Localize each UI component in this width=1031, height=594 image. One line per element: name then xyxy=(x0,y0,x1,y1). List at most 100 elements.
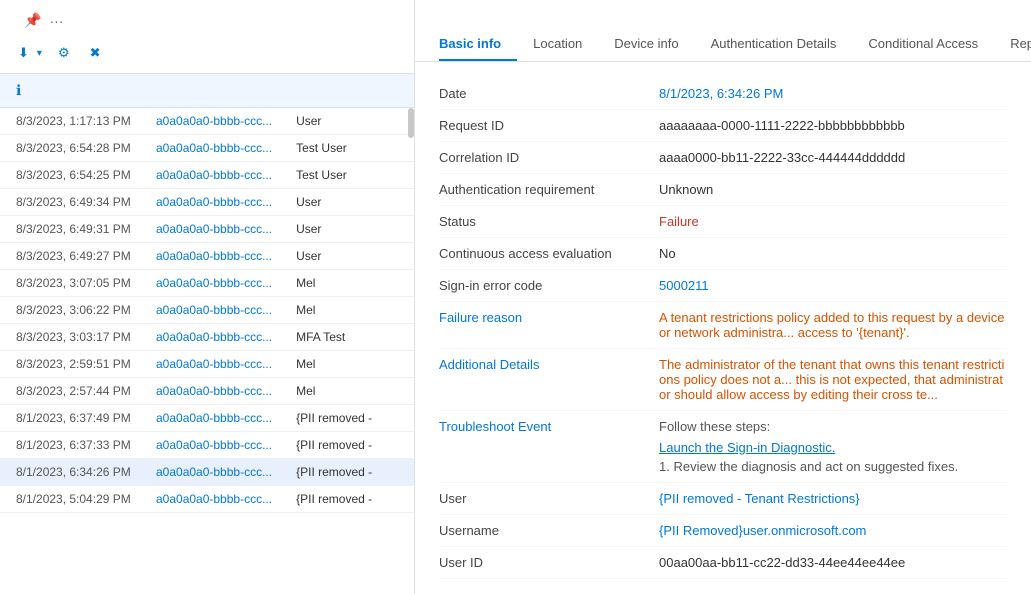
log-date: 8/1/2023, 6:34:26 PM xyxy=(0,459,140,486)
export-button[interactable]: ⚙ xyxy=(56,41,76,65)
detail-row: Authentication requirementUnknown xyxy=(439,174,1007,206)
download-button[interactable]: ⬇ ▾ xyxy=(16,41,44,65)
log-user: Mel xyxy=(280,297,414,324)
table-row[interactable]: 8/1/2023, 6:34:26 PM a0a0a0a0-bbbb-ccc..… xyxy=(0,459,414,486)
detail-label: Troubleshoot Event xyxy=(439,419,659,434)
detail-row: Username{PII Removed}user.onmicrosoft.co… xyxy=(439,515,1007,547)
tab-authentication-details[interactable]: Authentication Details xyxy=(695,28,853,61)
detail-row: Continuous access evaluationNo xyxy=(439,238,1007,270)
detail-label: Failure reason xyxy=(439,310,659,325)
scroll-thumb[interactable] xyxy=(408,108,414,138)
detail-value: The administrator of the tenant that own… xyxy=(659,357,1007,402)
detail-row: StatusFailure xyxy=(439,206,1007,238)
detail-title xyxy=(415,0,1031,28)
follow-steps-text: Follow these steps: xyxy=(659,419,1007,434)
detail-label: Status xyxy=(439,214,659,229)
log-user: User xyxy=(280,243,414,270)
log-user: Mel xyxy=(280,351,414,378)
log-user: {PII removed - xyxy=(280,405,414,432)
tab-report-only[interactable]: Report-only xyxy=(994,28,1031,61)
detail-row: Additional DetailsThe administrator of t… xyxy=(439,349,1007,411)
detail-value: Follow these steps: Launch the Sign-in D… xyxy=(659,419,1007,474)
log-id: a0a0a0a0-bbbb-ccc... xyxy=(140,270,280,297)
log-id: a0a0a0a0-bbbb-ccc... xyxy=(140,432,280,459)
detail-label: Username xyxy=(439,523,659,538)
detail-row: Sign-in error code5000211 xyxy=(439,270,1007,302)
log-date: 8/3/2023, 3:03:17 PM xyxy=(0,324,140,351)
log-date: 8/3/2023, 2:59:51 PM xyxy=(0,351,140,378)
detail-value: 5000211 xyxy=(659,278,1007,293)
table-row[interactable]: 8/3/2023, 3:03:17 PM a0a0a0a0-bbbb-ccc..… xyxy=(0,324,414,351)
log-id: a0a0a0a0-bbbb-ccc... xyxy=(140,135,280,162)
more-icon[interactable]: ··· xyxy=(49,13,63,29)
log-list: 8/3/2023, 1:17:13 PM a0a0a0a0-bbbb-ccc..… xyxy=(0,108,414,594)
table-row[interactable]: 8/3/2023, 2:57:44 PM a0a0a0a0-bbbb-ccc..… xyxy=(0,378,414,405)
detail-value: Failure xyxy=(659,214,1007,229)
log-id: a0a0a0a0-bbbb-ccc... xyxy=(140,405,280,432)
troubleshoot-button[interactable]: ✖ xyxy=(88,41,107,65)
detail-label: User xyxy=(439,491,659,506)
log-date: 8/1/2023, 6:37:33 PM xyxy=(0,432,140,459)
detail-value: 8/1/2023, 6:34:26 PM xyxy=(659,86,1007,101)
detail-label: Correlation ID xyxy=(439,150,659,165)
log-date: 8/3/2023, 6:49:34 PM xyxy=(0,189,140,216)
detail-value: Unknown xyxy=(659,182,1007,197)
table-row[interactable]: 8/1/2023, 5:04:29 PM a0a0a0a0-bbbb-ccc..… xyxy=(0,486,414,513)
log-id: a0a0a0a0-bbbb-ccc... xyxy=(140,162,280,189)
log-date: 8/1/2023, 5:04:29 PM xyxy=(0,486,140,513)
log-date: 8/3/2023, 6:54:25 PM xyxy=(0,162,140,189)
table-row[interactable]: 8/3/2023, 6:49:34 PM a0a0a0a0-bbbb-ccc..… xyxy=(0,189,414,216)
log-id: a0a0a0a0-bbbb-ccc... xyxy=(140,108,280,135)
table-row[interactable]: 8/3/2023, 6:54:28 PM a0a0a0a0-bbbb-ccc..… xyxy=(0,135,414,162)
log-user: Test User xyxy=(280,135,414,162)
table-row[interactable]: 8/3/2023, 6:49:31 PM a0a0a0a0-bbbb-ccc..… xyxy=(0,216,414,243)
table-row[interactable]: 8/3/2023, 6:49:27 PM a0a0a0a0-bbbb-ccc..… xyxy=(0,243,414,270)
detail-row: Request IDaaaaaaaa-0000-1111-2222-bbbbbb… xyxy=(439,110,1007,142)
log-id: a0a0a0a0-bbbb-ccc... xyxy=(140,216,280,243)
info-banner: ℹ xyxy=(0,74,414,108)
log-user: {PII removed - xyxy=(280,459,414,486)
detail-label: Additional Details xyxy=(439,357,659,372)
detail-value: aaaa0000-bb11-2222-33cc-444444dddddd xyxy=(659,150,1007,165)
detail-value: {PII Removed}user.onmicrosoft.com xyxy=(659,523,1007,538)
detail-label: Date xyxy=(439,86,659,101)
detail-value: 00aa00aa-bb11-cc22-dd33-44ee44ee44ee xyxy=(659,555,1007,570)
detail-row: Failure reasonA tenant restrictions poli… xyxy=(439,302,1007,349)
tab-device-info[interactable]: Device info xyxy=(598,28,694,61)
table-row[interactable]: 8/3/2023, 3:07:05 PM a0a0a0a0-bbbb-ccc..… xyxy=(0,270,414,297)
tab-conditional-access[interactable]: Conditional Access xyxy=(852,28,994,61)
log-table: 8/3/2023, 1:17:13 PM a0a0a0a0-bbbb-ccc..… xyxy=(0,108,414,513)
detail-row: User ID00aa00aa-bb11-cc22-dd33-44ee44ee4… xyxy=(439,547,1007,579)
left-panel: 📌 ··· ⬇ ▾ ⚙ ✖ ℹ 8/3/2023, 1:17:13 PM a0a… xyxy=(0,0,415,594)
log-id: a0a0a0a0-bbbb-ccc... xyxy=(140,297,280,324)
step-1: 1. Review the diagnosis and act on sugge… xyxy=(659,459,1007,474)
detail-label: Request ID xyxy=(439,118,659,133)
log-date: 8/3/2023, 6:49:31 PM xyxy=(0,216,140,243)
log-user: User xyxy=(280,216,414,243)
table-row[interactable]: 8/3/2023, 6:54:25 PM a0a0a0a0-bbbb-ccc..… xyxy=(0,162,414,189)
log-date: 8/3/2023, 3:07:05 PM xyxy=(0,270,140,297)
table-row[interactable]: 8/1/2023, 6:37:49 PM a0a0a0a0-bbbb-ccc..… xyxy=(0,405,414,432)
detail-label: User ID xyxy=(439,555,659,570)
log-date: 8/3/2023, 2:57:44 PM xyxy=(0,378,140,405)
table-row[interactable]: 8/3/2023, 1:17:13 PM a0a0a0a0-bbbb-ccc..… xyxy=(0,108,414,135)
toolbar: ⬇ ▾ ⚙ ✖ xyxy=(0,37,414,74)
detail-row: User{PII removed - Tenant Restrictions} xyxy=(439,483,1007,515)
pin-icon[interactable]: 📌 xyxy=(24,12,41,29)
launch-link[interactable]: Launch the Sign-in Diagnostic. xyxy=(659,440,1007,455)
table-row[interactable]: 8/3/2023, 3:06:22 PM a0a0a0a0-bbbb-ccc..… xyxy=(0,297,414,324)
table-row[interactable]: 8/3/2023, 2:59:51 PM a0a0a0a0-bbbb-ccc..… xyxy=(0,351,414,378)
tab-location[interactable]: Location xyxy=(517,28,598,61)
log-id: a0a0a0a0-bbbb-ccc... xyxy=(140,378,280,405)
tab-basic-info[interactable]: Basic info xyxy=(439,28,517,61)
log-id: a0a0a0a0-bbbb-ccc... xyxy=(140,351,280,378)
log-date: 8/3/2023, 3:06:22 PM xyxy=(0,297,140,324)
log-id: a0a0a0a0-bbbb-ccc... xyxy=(140,189,280,216)
table-row[interactable]: 8/1/2023, 6:37:33 PM a0a0a0a0-bbbb-ccc..… xyxy=(0,432,414,459)
log-user: User xyxy=(280,189,414,216)
troubleshoot-icon: ✖ xyxy=(90,45,101,61)
log-user: Mel xyxy=(280,378,414,405)
log-user: MFA Test xyxy=(280,324,414,351)
detail-value: A tenant restrictions policy added to th… xyxy=(659,310,1007,340)
chevron-down-icon: ▾ xyxy=(37,48,42,59)
